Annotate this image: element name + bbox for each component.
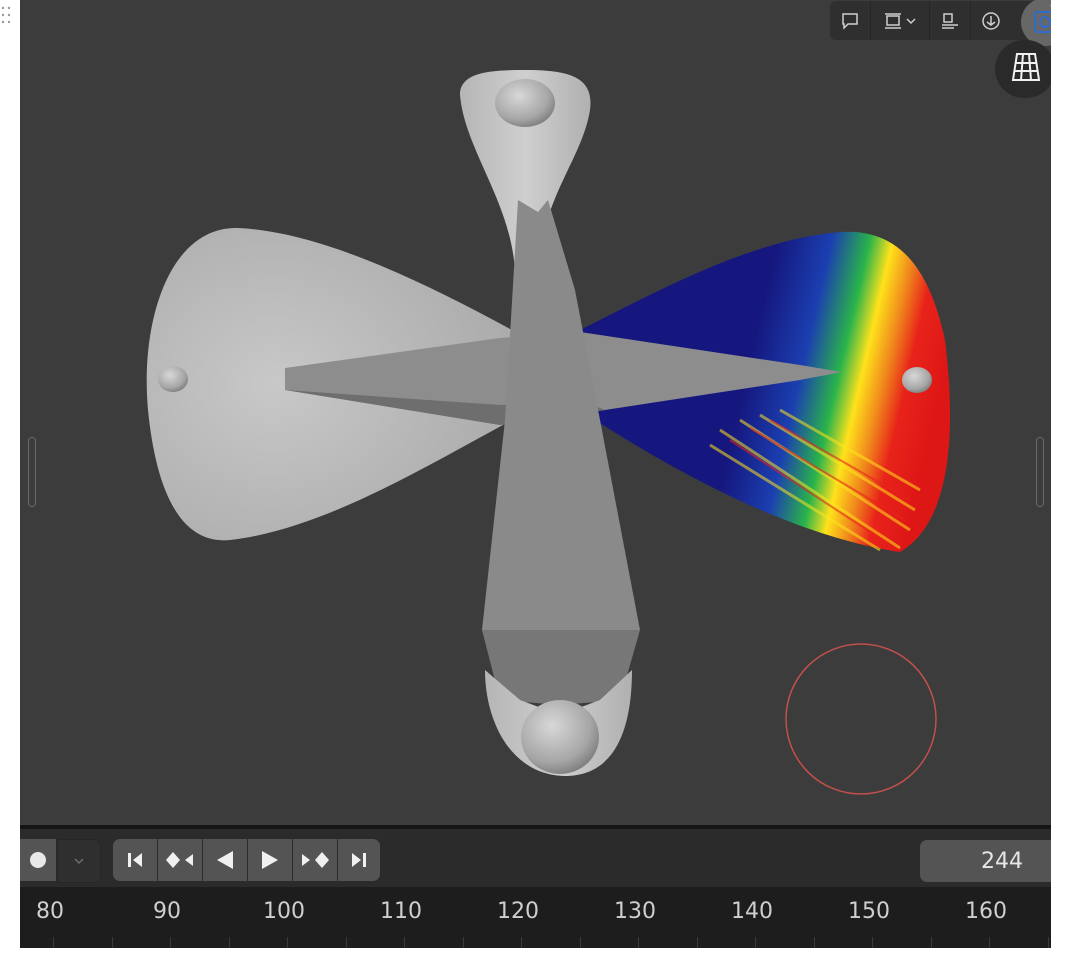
ruler-tick-mark (228, 937, 230, 948)
ruler-tick-mark (287, 937, 288, 948)
ruler-tick-mark (345, 937, 347, 948)
ruler-tick-mark (638, 937, 639, 948)
ruler-tick-mark (170, 937, 171, 948)
ruler-tick-mark (404, 937, 405, 948)
ruler-tick-mark (53, 937, 54, 948)
download-icon[interactable] (971, 1, 1011, 40)
next-keyframe-icon (302, 852, 329, 868)
ruler-tick-label: 100 (263, 899, 305, 924)
ruler-tick-mark (696, 937, 698, 948)
grid-view-icon[interactable] (995, 40, 1051, 98)
align-icon[interactable] (930, 1, 971, 40)
record-icon (30, 852, 46, 868)
record-button[interactable] (20, 839, 56, 881)
ruler-tick-mark (521, 937, 522, 948)
corner-grip-icon[interactable] (0, 4, 14, 28)
ruler-tick-mark (872, 937, 873, 948)
ruler-tick-label: 160 (965, 899, 1007, 924)
current-frame-field[interactable]: 244 (920, 840, 1051, 882)
scene-render (146, 70, 951, 795)
ruler-tick-mark (813, 937, 815, 948)
timeline-ruler[interactable]: 80 90 100 110 120 130 140 150 160 (20, 887, 1051, 948)
ruler-tick-mark (1047, 937, 1049, 948)
next-keyframe-button[interactable] (293, 839, 337, 881)
ruler-tick-label: 110 (380, 899, 422, 924)
snap-dropdown[interactable] (871, 1, 930, 40)
prev-keyframe-button[interactable] (158, 839, 202, 881)
timeline-controls: 244 (20, 825, 1051, 887)
ruler-tick-mark (111, 937, 113, 948)
ruler-tick-mark (989, 937, 990, 948)
bottom-sphere (521, 700, 599, 774)
play-reverse-button[interactable] (203, 839, 247, 881)
ruler-tick-mark (755, 937, 756, 948)
ruler-tick-label: 130 (614, 899, 656, 924)
viewport-header-group (830, 1, 1050, 40)
ruler-tick-mark (579, 937, 581, 948)
play-icon (262, 851, 278, 869)
chevron-down-icon (74, 858, 84, 865)
3d-viewport[interactable] (20, 0, 1051, 825)
ruler-tick-label: 80 (36, 899, 64, 924)
ruler-tick-label: 120 (497, 899, 539, 924)
ruler-tick-mark (462, 937, 464, 948)
top-sphere (495, 79, 555, 127)
right-region-handle[interactable] (1036, 437, 1044, 507)
jump-end-button[interactable] (338, 839, 380, 881)
prev-keyframe-icon (166, 852, 193, 868)
keying-dropdown[interactable] (57, 839, 101, 883)
ruler-tick-label: 150 (848, 899, 890, 924)
selection-circle[interactable] (785, 643, 937, 795)
play-reverse-icon (217, 851, 233, 869)
ruler-tick-label: 140 (731, 899, 773, 924)
snap-icon (885, 12, 901, 29)
speech-bubble-icon[interactable] (830, 1, 871, 40)
chevron-down-icon (906, 17, 916, 24)
jump-start-icon (128, 853, 142, 867)
left-region-handle[interactable] (28, 437, 36, 507)
play-button[interactable] (248, 839, 292, 881)
left-sphere (158, 366, 188, 392)
ruler-tick-label: 90 (153, 899, 181, 924)
jump-start-button[interactable] (113, 839, 157, 881)
jump-end-icon (352, 853, 366, 867)
ruler-tick-mark (930, 937, 932, 948)
right-sphere (902, 367, 932, 393)
